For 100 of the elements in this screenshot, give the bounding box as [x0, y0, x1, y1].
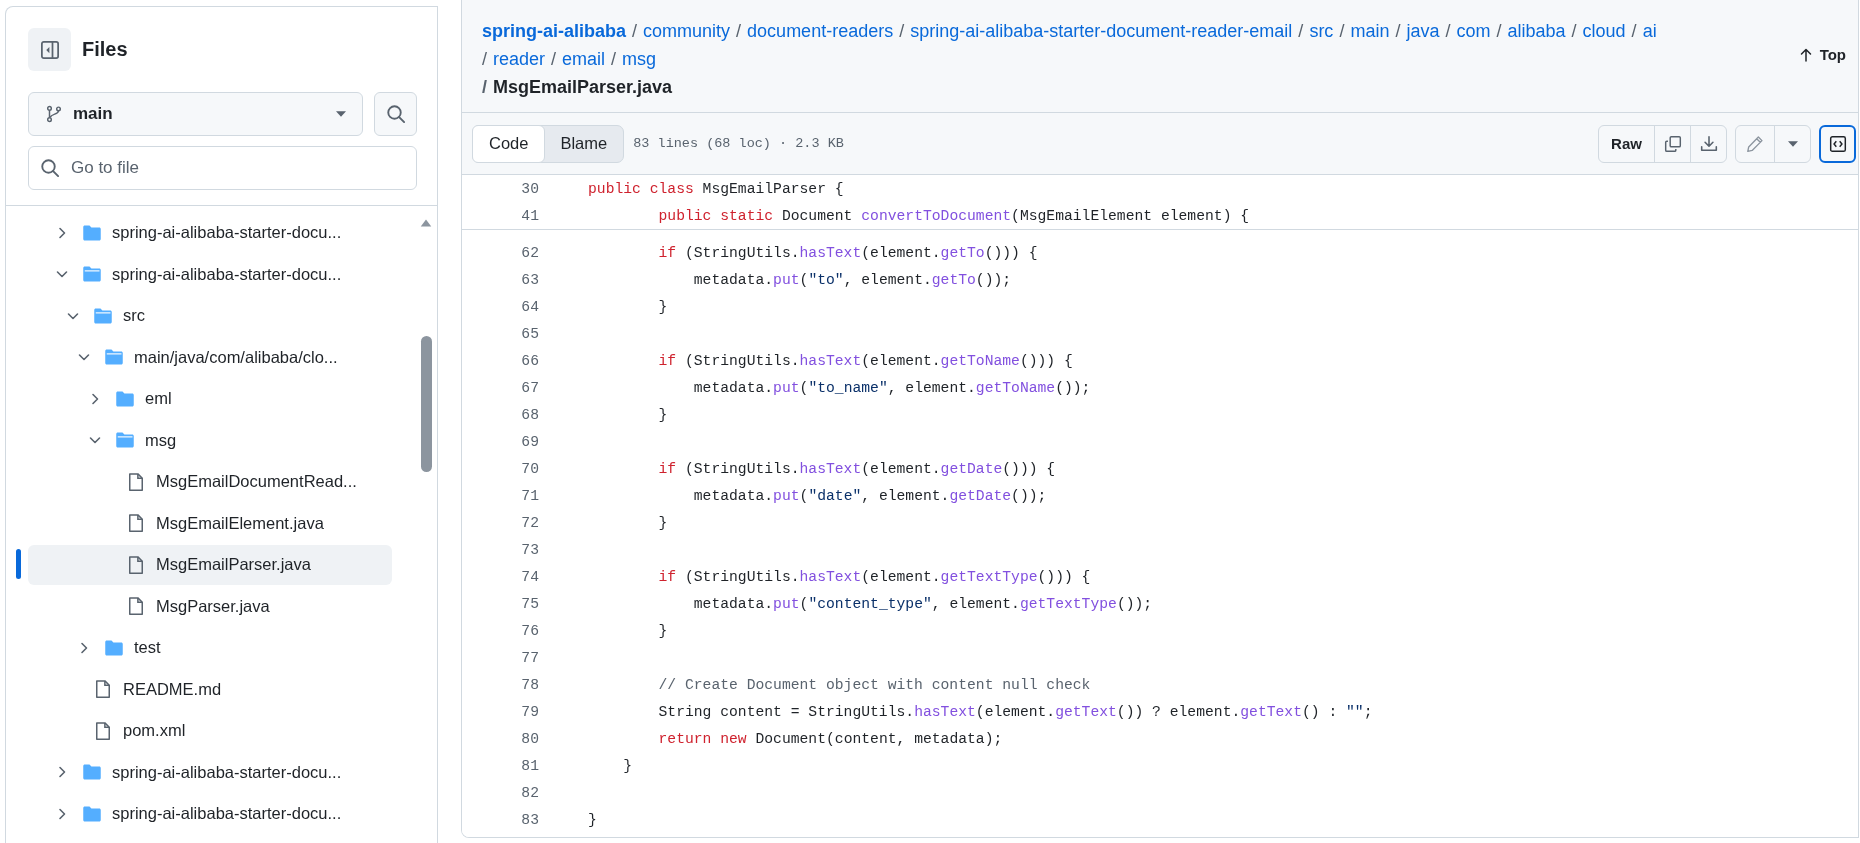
- line-number: 80: [520, 730, 539, 747]
- view-tab[interactable]: Code: [472, 124, 546, 163]
- line-number: 62: [520, 244, 539, 261]
- line-number: 74: [520, 568, 539, 585]
- tree-item[interactable]: MsgEmailElement.java: [28, 503, 392, 544]
- path-separator: /: [611, 49, 617, 69]
- view-tab[interactable]: Blame: [544, 125, 624, 162]
- tree-item[interactable]: spring-ai-alibaba-starter-docu...: [28, 793, 392, 834]
- path-separator: /: [482, 77, 487, 97]
- code-line: }: [588, 811, 597, 828]
- top-link[interactable]: Top: [1793, 42, 1850, 67]
- breadcrumb-link[interactable]: msg: [622, 49, 657, 69]
- path-separator: /: [736, 21, 742, 41]
- breadcrumb-link[interactable]: document-readers: [747, 21, 894, 41]
- tree-item[interactable]: spring-ai-alibaba-starter-docu...: [28, 752, 392, 793]
- code-line: metadata.put("content_type", element.getTextType());: [692, 595, 1153, 612]
- breadcrumb-link[interactable]: reader: [493, 49, 546, 69]
- file-info: 83 lines (68 loc) · 2.3 KB: [633, 136, 845, 151]
- file-icon: [126, 513, 146, 534]
- copy-icon: [1663, 134, 1682, 153]
- search-button[interactable]: [374, 92, 417, 136]
- line-number: 63: [520, 271, 539, 288]
- line-number: 66: [520, 352, 539, 369]
- code-line: metadata.put("date", element.getDate());: [692, 487, 1047, 504]
- line-number: 68: [520, 406, 539, 423]
- go-to-file-field[interactable]: Go to file: [28, 146, 417, 190]
- line-number: 67: [520, 379, 539, 396]
- path-separator: /: [1339, 21, 1345, 41]
- line-number: 70: [520, 460, 539, 477]
- tree-item[interactable]: main/java/com/alibaba/clo...: [28, 337, 392, 378]
- breadcrumb-link[interactable]: community: [643, 21, 731, 41]
- tree-item[interactable]: pom.xml: [28, 710, 392, 751]
- code-line: if (StringUtils.hasText(element.getDate())) {: [657, 460, 1056, 477]
- breadcrumb-link[interactable]: spring-ai-alibaba-starter-document-reader-email: [910, 21, 1293, 41]
- code-line: if (StringUtils.hasText(element.getTextType())) {: [657, 568, 1091, 585]
- file-icon: [93, 720, 113, 741]
- symbols-button[interactable]: [1819, 124, 1856, 163]
- line-number: 72: [520, 514, 539, 531]
- file-icon: [93, 679, 113, 700]
- path-separator: /: [1445, 21, 1451, 41]
- breadcrumb-link[interactable]: main: [1350, 21, 1390, 41]
- line-number: 75: [520, 595, 539, 612]
- breadcrumb-link[interactable]: com: [1456, 21, 1491, 41]
- line-number: 65: [520, 325, 539, 342]
- line-number: 76: [520, 622, 539, 639]
- file-icon: [126, 471, 146, 492]
- tree-item[interactable]: eml: [28, 378, 392, 419]
- code-line: return new Document(content, metadata);: [657, 730, 1003, 747]
- tree-item[interactable]: test: [28, 627, 392, 668]
- search-icon: [385, 104, 406, 124]
- code-line: }: [657, 622, 668, 639]
- tree-item[interactable]: msg: [28, 420, 392, 461]
- scrollbar-thumb[interactable]: [421, 336, 432, 472]
- path-separator: /: [1298, 21, 1304, 41]
- path-separator: /: [1395, 21, 1401, 41]
- line-number: 73: [520, 541, 539, 558]
- code-line: }: [622, 757, 633, 774]
- code-line: metadata.put("to", element.getTo());: [692, 271, 1012, 288]
- path-separator: /: [1571, 21, 1577, 41]
- path-separator: /: [551, 49, 557, 69]
- tree-item[interactable]: spring-ai-alibaba-starter-docu...: [28, 254, 392, 295]
- branch-selector[interactable]: main: [28, 92, 363, 136]
- breadcrumb-link[interactable]: ai: [1642, 21, 1657, 41]
- current-file-name: MsgEmailParser.java: [493, 77, 673, 97]
- line-number: 77: [520, 649, 539, 666]
- file-icon: [126, 596, 146, 617]
- line-number: 79: [520, 703, 539, 720]
- folder-icon: [115, 430, 135, 451]
- code-line: }: [657, 514, 668, 531]
- code-square-icon: [1828, 134, 1847, 153]
- tree-item[interactable]: MsgEmailDocumentRead...: [28, 461, 392, 502]
- download-icon: [1699, 134, 1718, 153]
- caret-down-icon: [336, 111, 346, 117]
- breadcrumb-link[interactable]: alibaba: [1507, 21, 1566, 41]
- tree-item[interactable]: README.md: [28, 669, 392, 710]
- path-separator: /: [899, 21, 905, 41]
- line-number: 78: [520, 676, 539, 693]
- breadcrumb-link[interactable]: cloud: [1582, 21, 1626, 41]
- code-line: if (StringUtils.hasText(element.getToName())) {: [657, 352, 1073, 369]
- folder-icon: [82, 762, 102, 783]
- breadcrumb-link[interactable]: email: [562, 49, 606, 69]
- tree-item[interactable]: MsgParser.java: [28, 586, 392, 627]
- code-line: // Create Document object with content null check: [657, 676, 1091, 693]
- path-separator: /: [1631, 21, 1637, 41]
- tree-item[interactable]: spring-ai-alibaba-starter-docu...: [28, 212, 392, 253]
- tree-item[interactable]: MsgEmailParser.java: [28, 544, 392, 585]
- line-number: 69: [520, 433, 539, 450]
- breadcrumb-link[interactable]: java: [1406, 21, 1440, 41]
- line-number: 83: [520, 811, 539, 828]
- path-separator: /: [632, 21, 638, 41]
- line-number: 82: [520, 784, 539, 801]
- code-line: }: [657, 406, 668, 423]
- line-number: 30: [520, 180, 539, 197]
- tree-item[interactable]: src: [28, 295, 392, 336]
- line-number: 41: [520, 207, 539, 224]
- breadcrumb-link[interactable]: src: [1309, 21, 1334, 41]
- search-icon: [40, 158, 60, 178]
- caret-down-icon: [1787, 140, 1798, 147]
- collapse-sidebar-button[interactable]: [28, 28, 71, 71]
- breadcrumb-link[interactable]: spring-ai-alibaba: [482, 21, 627, 41]
